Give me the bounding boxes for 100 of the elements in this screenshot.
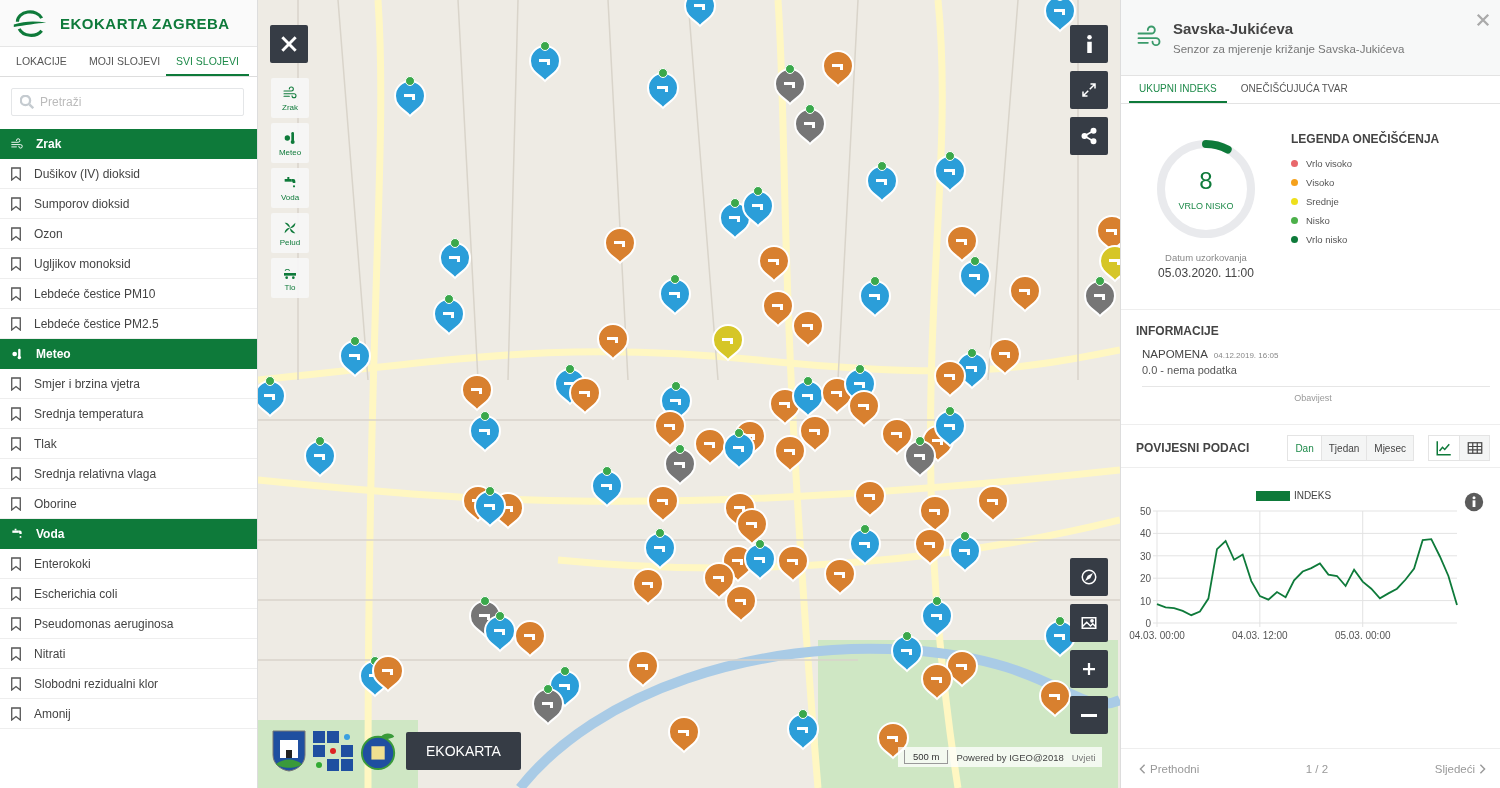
layer-group-header[interactable]: Zrak: [0, 129, 257, 159]
bookmark-icon[interactable]: [10, 376, 22, 391]
map-marker[interactable]: [758, 245, 790, 282]
bookmark-icon[interactable]: [10, 586, 22, 601]
search-field[interactable]: Pretraži: [11, 88, 244, 116]
bookmark-icon[interactable]: [10, 556, 22, 571]
map-marker[interactable]: [569, 377, 601, 414]
layer-category-button[interactable]: Pelud: [271, 213, 309, 253]
map-marker[interactable]: [762, 290, 794, 327]
map-marker[interactable]: [394, 76, 426, 117]
map-marker[interactable]: [921, 596, 953, 637]
period-button[interactable]: Mjesec: [1366, 436, 1413, 460]
terms-link[interactable]: Uvjeti: [1071, 751, 1096, 763]
layer-item[interactable]: Tlak: [34, 436, 57, 451]
layer-item[interactable]: Ugljikov monoksid: [34, 256, 131, 271]
map-marker[interactable]: [824, 558, 856, 595]
map-marker[interactable]: [792, 376, 824, 417]
bookmark-icon[interactable]: [10, 706, 22, 721]
bookmark-icon[interactable]: [10, 466, 22, 481]
info-icon[interactable]: [1464, 492, 1484, 512]
map-marker[interactable]: [1009, 275, 1041, 312]
bookmark-icon[interactable]: [10, 616, 22, 631]
map-marker[interactable]: [668, 716, 700, 753]
map-marker[interactable]: [632, 568, 664, 605]
layer-category-button[interactable]: Voda: [271, 168, 309, 208]
map-marker[interactable]: [439, 238, 471, 279]
layer-category-button[interactable]: Tlo: [271, 258, 309, 298]
map-marker[interactable]: [934, 360, 966, 397]
map-marker[interactable]: [794, 104, 826, 145]
map-marker[interactable]: [881, 418, 913, 455]
map-marker[interactable]: [664, 444, 696, 485]
map-marker[interactable]: [904, 436, 936, 477]
layer-item[interactable]: Smjer i brzina vjetra: [34, 376, 141, 391]
map-marker[interactable]: [849, 524, 881, 565]
map-marker[interactable]: [469, 411, 501, 452]
map-marker[interactable]: [372, 655, 404, 692]
map-marker[interactable]: [591, 466, 623, 507]
map-marker[interactable]: [946, 225, 978, 262]
bookmark-icon[interactable]: [10, 406, 22, 421]
layer-group-header[interactable]: Meteo: [0, 339, 257, 369]
layer-item[interactable]: Srednja temperatura: [34, 406, 144, 421]
layer-item[interactable]: Lebdeće čestice PM2.5: [34, 316, 159, 331]
tab[interactable]: SVI SLOJEVI: [166, 47, 249, 76]
bookmark-icon[interactable]: [10, 166, 22, 181]
compass-button[interactable]: [1070, 558, 1108, 596]
map-marker[interactable]: [694, 428, 726, 465]
map-marker[interactable]: [723, 428, 755, 469]
map-marker[interactable]: [891, 631, 923, 672]
layer-item[interactable]: Escherichia coli: [34, 586, 118, 601]
layer-item[interactable]: Sumporov dioksid: [34, 196, 130, 211]
map-marker[interactable]: [659, 274, 691, 315]
map-marker[interactable]: [949, 531, 981, 572]
layer-item[interactable]: Ozon: [34, 226, 63, 241]
map-marker[interactable]: [822, 50, 854, 87]
tab[interactable]: ONEČIŠĆUJUĆA TVAR: [1230, 76, 1358, 103]
map-marker[interactable]: [866, 161, 898, 202]
minus-button[interactable]: [1070, 696, 1108, 734]
map-marker[interactable]: [919, 495, 951, 532]
map-marker[interactable]: [799, 415, 831, 452]
bookmark-icon[interactable]: [10, 676, 22, 691]
map-marker[interactable]: [532, 684, 564, 725]
map-marker[interactable]: [946, 650, 978, 687]
close-button[interactable]: [270, 25, 308, 63]
layer-item[interactable]: Enterokoki: [34, 556, 91, 571]
bookmark-icon[interactable]: [10, 256, 22, 271]
map-marker[interactable]: [529, 41, 561, 82]
tab[interactable]: UKUPNI INDEKS: [1129, 76, 1227, 103]
map-marker[interactable]: [777, 545, 809, 582]
map-marker[interactable]: [654, 410, 686, 447]
bookmark-icon[interactable]: [10, 286, 22, 301]
map-marker[interactable]: [1099, 245, 1120, 282]
map-marker[interactable]: [848, 390, 880, 427]
map-marker[interactable]: [684, 0, 716, 27]
ekokarta-button[interactable]: EKOKARTA: [406, 732, 521, 770]
map-marker[interactable]: [934, 151, 966, 192]
layer-item[interactable]: Pseudomonas aeruginosa: [34, 616, 174, 631]
layer-category-button[interactable]: Meteo: [271, 123, 309, 163]
map-marker[interactable]: [934, 406, 966, 447]
layer-category-button[interactable]: Zrak: [271, 78, 309, 118]
map-marker[interactable]: [859, 276, 891, 317]
layer-item[interactable]: Slobodni rezidualni klor: [34, 676, 159, 691]
map-marker[interactable]: [644, 528, 676, 569]
map-marker[interactable]: [877, 722, 909, 759]
bookmark-icon[interactable]: [10, 316, 22, 331]
bookmark-icon[interactable]: [10, 436, 22, 451]
map-marker[interactable]: [339, 336, 371, 377]
map-marker[interactable]: [959, 256, 991, 297]
view-toggle-button[interactable]: [1429, 436, 1459, 460]
map-marker[interactable]: [787, 709, 819, 750]
expand-button[interactable]: [1070, 71, 1108, 109]
map-marker[interactable]: [712, 324, 744, 361]
map-marker[interactable]: [1039, 680, 1071, 717]
bookmark-icon[interactable]: [10, 646, 22, 661]
map-marker[interactable]: [433, 294, 465, 335]
map-marker[interactable]: [1084, 276, 1116, 317]
map-marker[interactable]: [744, 539, 776, 580]
map-marker[interactable]: [774, 64, 806, 105]
layer-item[interactable]: Lebdeće čestice PM10: [34, 286, 156, 301]
layer-item[interactable]: Amonij: [34, 706, 71, 721]
layer-group-header[interactable]: Voda: [0, 519, 257, 549]
